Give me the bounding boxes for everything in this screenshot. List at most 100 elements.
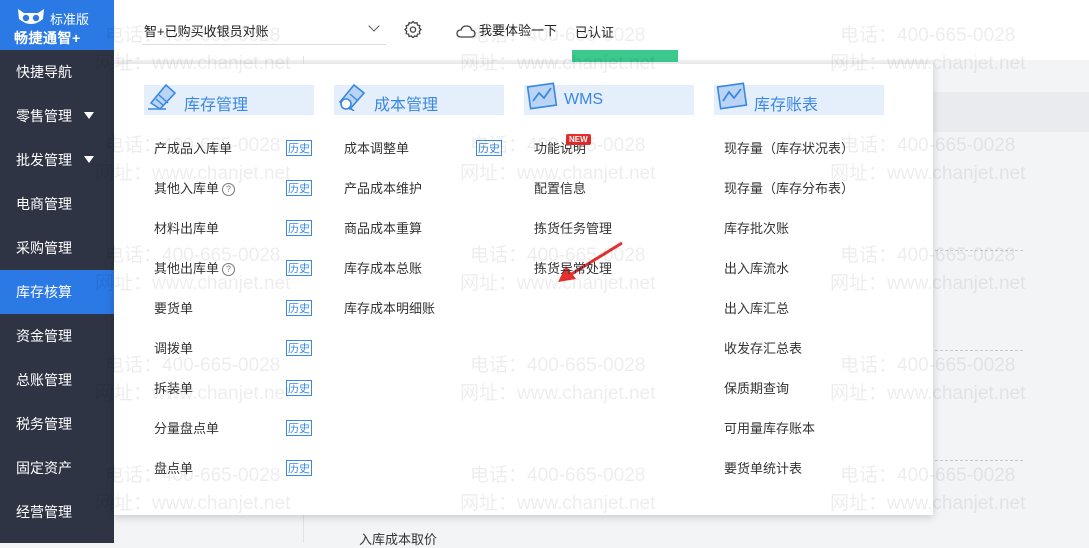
sidebar-item[interactable]: 资金管理	[0, 314, 114, 358]
menu-column-title: 成本管理	[374, 97, 439, 114]
top-bar: 智+已购买收银员对账 我要体验一下 已认证	[114, 0, 1089, 62]
menu-column-header: 成本管理	[334, 83, 504, 115]
menu-item-list: 功能说明 NEW 配置信息拣货任务管理拣货异常处理	[524, 129, 694, 289]
history-button[interactable]: 历史	[286, 420, 312, 436]
chevron-down-icon	[368, 20, 380, 32]
menu-item[interactable]: 拣货异常处理	[524, 249, 694, 289]
menu-column-header: 库存管理	[144, 83, 314, 115]
content-header-band	[933, 92, 1089, 132]
menu-item[interactable]: 收发存汇总表	[714, 329, 884, 369]
sidebar-item[interactable]: 经营管理	[0, 490, 114, 534]
menu-item[interactable]: 分量盘点单 历史	[144, 409, 314, 449]
sidebar-item-label: 经营管理	[16, 504, 72, 520]
menu-item[interactable]: 其他入库单? 历史	[144, 169, 314, 209]
menu-item[interactable]: 出入库汇总	[714, 289, 884, 329]
menu-item[interactable]: 可用量库存账本	[714, 409, 884, 449]
menu-item[interactable]: 商品成本重算	[334, 209, 504, 249]
verified-label[interactable]: 已认证	[575, 22, 614, 41]
history-button[interactable]: 历史	[286, 180, 312, 196]
dashed-divider	[935, 350, 1023, 351]
help-icon[interactable]: ?	[222, 263, 236, 277]
menu-item-label: 其他出库单	[154, 261, 220, 276]
menu-item[interactable]: 其他出库单? 历史	[144, 249, 314, 289]
menu-item-label: 成本调整单	[344, 141, 410, 156]
menu-item[interactable]: 材料出库单 历史	[144, 209, 314, 249]
sidebar-item[interactable]: 电商管理	[0, 182, 114, 226]
sidebar-item-label: 税务管理	[16, 416, 72, 432]
history-button[interactable]: 历史	[476, 140, 502, 156]
account-select-value: 智+已购买收银员对账	[144, 24, 269, 39]
menu-item-label: 库存成本明细账	[344, 301, 436, 316]
menu-item-label: 分量盘点单	[154, 421, 220, 436]
menu-item[interactable]: 产成品入库单 历史	[144, 129, 314, 169]
history-button[interactable]: 历史	[286, 260, 312, 276]
menu-item[interactable]: 要货单 历史	[144, 289, 314, 329]
menu-item-label: 拣货异常处理	[534, 261, 613, 276]
menu-item[interactable]: 库存批次账	[714, 209, 884, 249]
brand-logo[interactable]: 标准版 畅捷通智+	[0, 0, 114, 50]
history-button[interactable]: 历史	[286, 340, 312, 356]
menu-item-label: 库存批次账	[724, 221, 790, 236]
menu-item-label: 配置信息	[534, 181, 587, 196]
menu-item[interactable]: 成本调整单 历史	[334, 129, 504, 169]
menu-item[interactable]: 库存成本明细账	[334, 289, 504, 329]
account-select[interactable]: 智+已购买收银员对账	[142, 14, 386, 45]
background-text: 入库成本取价	[359, 532, 438, 547]
sidebar-item-label: 批发管理	[16, 152, 72, 168]
menu-item[interactable]: 配置信息	[524, 169, 694, 209]
menu-item[interactable]: 库存成本总账	[334, 249, 504, 289]
sidebar-item[interactable]: 税务管理	[0, 402, 114, 446]
menu-item[interactable]: 现存量（库存分布表）	[714, 169, 884, 209]
history-button[interactable]: 历史	[286, 140, 312, 156]
menu-item[interactable]: 产品成本维护	[334, 169, 504, 209]
menu-item-label: 库存成本总账	[344, 261, 423, 276]
ledger-chart-icon	[716, 82, 748, 110]
menu-item-label: 材料出库单	[154, 221, 220, 236]
gear-icon[interactable]	[404, 20, 422, 38]
new-badge: NEW	[566, 134, 591, 145]
menu-item-label: 保质期查询	[724, 381, 790, 396]
cloud-icon	[456, 24, 476, 38]
history-button[interactable]: 历史	[286, 380, 312, 396]
history-button[interactable]: 历史	[286, 220, 312, 236]
menu-item[interactable]: 现存量（库存状况表）	[714, 129, 884, 169]
cost-doc-icon	[338, 83, 366, 111]
menu-item[interactable]: 盘点单 历史	[144, 449, 314, 489]
history-button[interactable]: 历史	[286, 300, 312, 316]
menu-item[interactable]: 调拨单 历史	[144, 329, 314, 369]
menu-item[interactable]: 保质期查询	[714, 369, 884, 409]
menu-item-label: 产成品入库单	[154, 141, 233, 156]
sidebar-item[interactable]: 库存核算	[0, 270, 114, 314]
sidebar-item[interactable]: 固定资产	[0, 446, 114, 490]
sidebar-item[interactable]: 零售管理	[0, 94, 114, 138]
menu-column: 库存账表 现存量（库存状况表） 现存量（库存分布表） 库存批次账 出入库流水 出入库汇总收…	[714, 82, 884, 489]
sidebar-item-label: 电商管理	[16, 196, 72, 212]
sidebar-item-label: 采购管理	[16, 240, 72, 256]
sidebar-item[interactable]: 批发管理	[0, 138, 114, 182]
edition-label: 标准版	[50, 12, 90, 27]
menu-item-label: 其他入库单	[154, 181, 220, 196]
menu-item[interactable]: 拣货任务管理	[524, 209, 694, 249]
menu-item[interactable]: 拆装单 历史	[144, 369, 314, 409]
menu-item[interactable]: 功能说明 NEW	[524, 129, 694, 169]
dashed-divider	[935, 460, 1023, 461]
history-button[interactable]: 历史	[286, 460, 312, 476]
green-tab-indicator	[572, 50, 678, 62]
trial-button[interactable]: 我要体验一下	[456, 20, 557, 39]
menu-item-list: 现存量（库存状况表） 现存量（库存分布表） 库存批次账出入库流水 出入库汇总收发存汇总…	[714, 129, 884, 489]
menu-item[interactable]: 出入库流水	[714, 249, 884, 289]
menu-item[interactable]: 要货单统计表	[714, 449, 884, 489]
menu-item-label: 调拨单	[154, 341, 194, 356]
sidebar-item-label: 零售管理	[16, 108, 72, 124]
menu-item-label: 商品成本重算	[344, 221, 423, 236]
sidebar-item[interactable]: 快捷导航	[0, 50, 114, 94]
menu-column: 库存管理 产成品入库单 历史 其他入库单? 历史 材料出库单 历史 其他出库单? 历史 要货单 历史…	[144, 83, 314, 489]
sidebar-item-label: 固定资产	[16, 460, 72, 476]
sidebar-item[interactable]: 采购管理	[0, 226, 114, 270]
menu-item-label: 拆装单	[154, 381, 194, 396]
menu-item-label: 要货单统计表	[724, 461, 803, 476]
help-icon[interactable]: ?	[222, 183, 236, 197]
sidebar-item[interactable]: 总账管理	[0, 358, 114, 402]
menu-item-label: 收发存汇总表	[724, 341, 803, 356]
wms-chart-icon	[526, 82, 558, 110]
